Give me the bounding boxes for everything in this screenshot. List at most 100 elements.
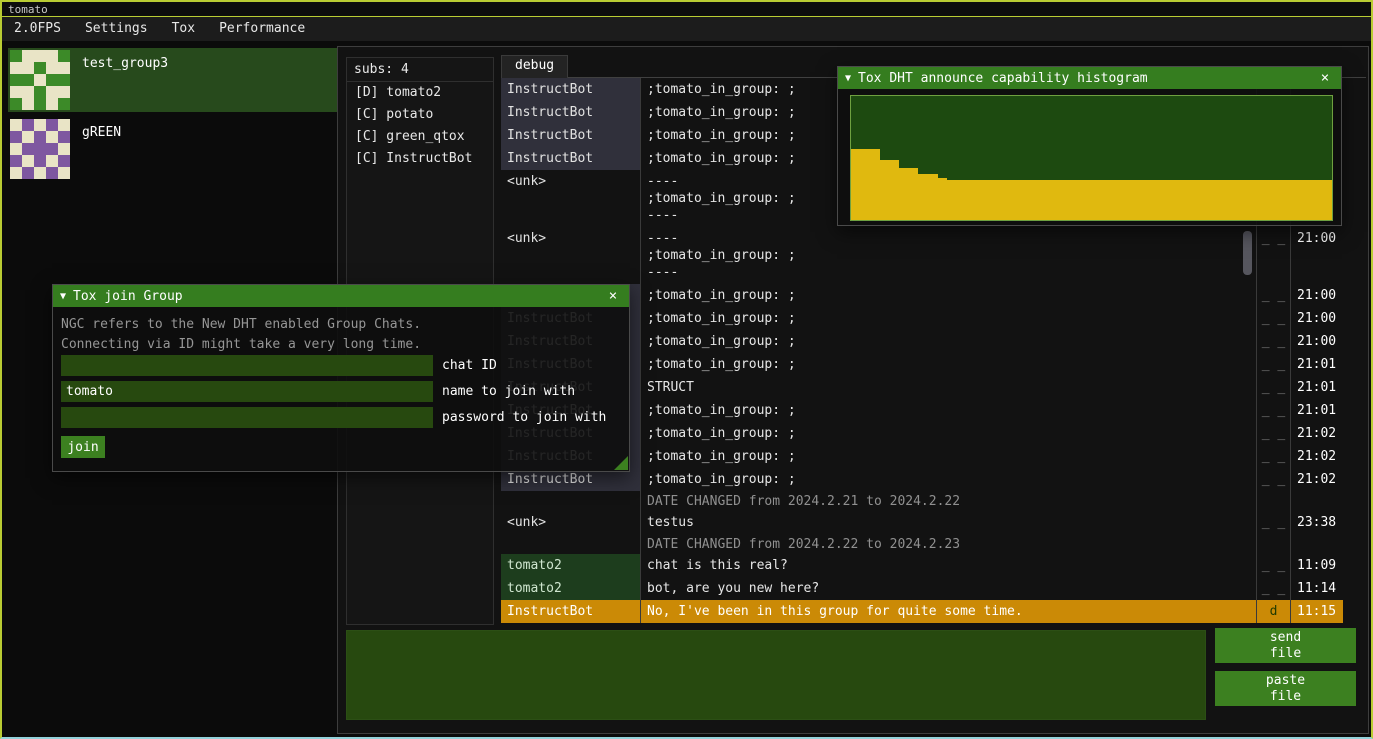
message-flags: _ _ (1257, 422, 1291, 445)
message-text: ;tomato_in_group: ; (641, 468, 1257, 491)
message-flags (1257, 534, 1291, 554)
message-flags: _ _ (1257, 554, 1291, 577)
message-row[interactable]: <unk>testus_ _23:38 (501, 511, 1346, 534)
message-text: bot, are you new here? (641, 577, 1257, 600)
peer-item[interactable]: [C] potato (347, 104, 493, 126)
histogram-bar (1207, 180, 1217, 220)
message-author: tomato2 (501, 554, 641, 577)
message-text: ---- ;tomato_in_group: ; ---- (641, 227, 1257, 284)
join-field-chat-id[interactable] (61, 355, 433, 376)
histogram-bar (1092, 180, 1102, 220)
resize-grip[interactable] (614, 456, 628, 470)
message-text: No, I've been in this group for quite so… (641, 600, 1257, 623)
message-author: InstructBot (501, 78, 641, 101)
message-text: STRUCT (641, 376, 1257, 399)
message-time: 21:02 (1291, 445, 1343, 468)
message-flags: _ _ (1257, 284, 1291, 307)
join-field-row: name to join with (61, 381, 621, 402)
histogram-bar (1053, 180, 1063, 220)
message-text: testus (641, 511, 1257, 534)
histogram-bar (1140, 180, 1150, 220)
histogram-bar (1236, 180, 1246, 220)
histogram-bar (1044, 180, 1054, 220)
paste-file-button[interactable]: paste file (1215, 671, 1356, 706)
message-author (501, 534, 641, 554)
peer-item[interactable]: [C] green_qtox (347, 126, 493, 148)
join-field-password[interactable] (61, 407, 433, 428)
message-time: 21:00 (1291, 307, 1343, 330)
histogram-bar (918, 174, 928, 220)
collapse-arrow-icon[interactable]: ▼ (60, 291, 66, 302)
join-window-body: NGC refers to the New DHT enabled Group … (53, 307, 629, 471)
message-author: InstructBot (501, 124, 641, 147)
join-button[interactable]: join (61, 436, 105, 458)
group-name: gREEN (82, 119, 121, 140)
join-field-row: password to join with (61, 407, 621, 428)
group-item-gREEN[interactable]: gREEN (8, 117, 338, 181)
histogram-bar (1063, 180, 1073, 220)
histogram-bar (938, 178, 948, 220)
message-row[interactable]: tomato2bot, are you new here?_ _11:14 (501, 577, 1346, 600)
date-divider-text: DATE CHANGED from 2024.2.22 to 2024.2.23 (641, 534, 1257, 554)
menu-item-tox[interactable]: Tox (160, 17, 207, 41)
message-time: 21:00 (1291, 284, 1343, 307)
message-row[interactable]: tomato2chat is this real?_ _11:09 (501, 554, 1346, 577)
menu-item-performance[interactable]: Performance (207, 17, 317, 41)
group-item-test_group3[interactable]: test_group3 (8, 48, 338, 112)
fps-counter: 2.0FPS (2, 17, 73, 41)
window-title: tomato (2, 2, 1371, 17)
message-text: ;tomato_in_group: ; (641, 399, 1257, 422)
message-text: chat is this real? (641, 554, 1257, 577)
histogram-bar (899, 168, 909, 220)
histogram-bar (1303, 180, 1313, 220)
collapse-arrow-icon[interactable]: ▼ (845, 73, 851, 84)
message-flags: _ _ (1257, 577, 1291, 600)
message-input[interactable] (346, 630, 1206, 720)
join-field-row: chat ID (61, 355, 621, 376)
join-window-titlebar[interactable]: ▼ Tox join Group × (53, 285, 629, 307)
send-file-button[interactable]: send file (1215, 628, 1356, 663)
histogram-plot (850, 95, 1333, 221)
histogram-bar (1313, 180, 1323, 220)
message-text: ;tomato_in_group: ; (641, 445, 1257, 468)
histogram-bar (928, 174, 938, 220)
message-row[interactable]: <unk>---- ;tomato_in_group: ; ----_ _21:… (501, 227, 1346, 284)
app-window: tomato 2.0FPS SettingsToxPerformance tes… (0, 0, 1373, 739)
peer-item[interactable]: [D] tomato2 (347, 82, 493, 104)
histogram-bar (1188, 180, 1198, 220)
join-field-name[interactable] (61, 381, 433, 402)
histogram-window-body (838, 89, 1341, 225)
message-author (501, 491, 641, 511)
message-text: ;tomato_in_group: ; (641, 353, 1257, 376)
message-time: 21:00 (1291, 330, 1343, 353)
message-flags: _ _ (1257, 353, 1291, 376)
tab-debug[interactable]: debug (501, 55, 568, 78)
histogram-bar (880, 160, 890, 220)
histogram-window-titlebar[interactable]: ▼ Tox DHT announce capability histogram … (838, 67, 1341, 89)
histogram-bar (986, 180, 996, 220)
friend-sidebar: test_group3 gREEN (8, 48, 338, 186)
histogram-bar (851, 149, 861, 220)
message-row[interactable]: InstructBotNo, I've been in this group f… (501, 600, 1346, 623)
histogram-bar (1005, 180, 1015, 220)
menu-item-settings[interactable]: Settings (73, 17, 160, 41)
peer-item[interactable]: [C] InstructBot (347, 148, 493, 170)
histogram-bar (1323, 180, 1333, 220)
message-time: 21:01 (1291, 353, 1343, 376)
message-time (1291, 491, 1343, 511)
histogram-bar (1024, 180, 1034, 220)
message-time: 21:02 (1291, 422, 1343, 445)
message-flags: _ _ (1257, 330, 1291, 353)
close-icon[interactable]: × (1316, 70, 1334, 86)
histogram-bar (1082, 180, 1092, 220)
message-author: InstructBot (501, 147, 641, 170)
message-author: tomato2 (501, 577, 641, 600)
message-time: 11:14 (1291, 577, 1343, 600)
histogram-window: ▼ Tox DHT announce capability histogram … (837, 66, 1342, 226)
chat-scrollbar[interactable] (1243, 231, 1252, 275)
join-info-line: NGC refers to the New DHT enabled Group … (61, 315, 621, 335)
histogram-bar (1101, 180, 1111, 220)
message-text: ;tomato_in_group: ; (641, 307, 1257, 330)
histogram-bar (1178, 180, 1188, 220)
close-icon[interactable]: × (604, 288, 622, 304)
